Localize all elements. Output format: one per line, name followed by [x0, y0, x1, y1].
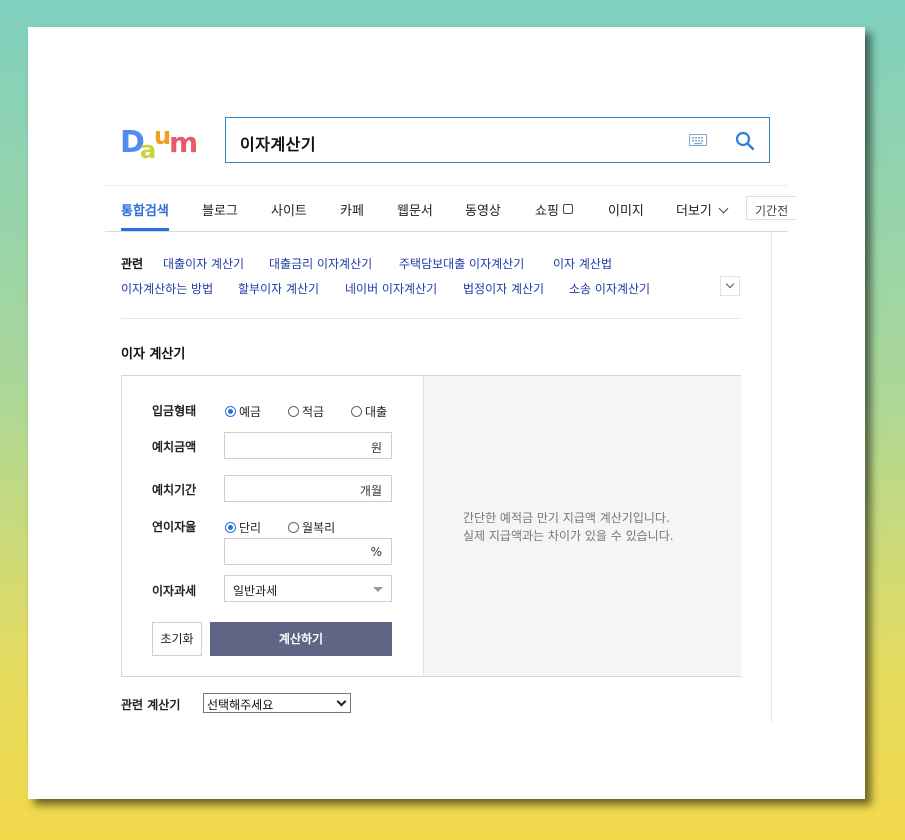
period-unit: 개월: [359, 484, 382, 498]
calculator-message: 간단한 예적금 만기 지급액 계산기입니다. 실제 지급액과는 차이가 있을 수…: [463, 509, 674, 545]
related-link[interactable]: 대출금리 이자계산기: [269, 255, 372, 272]
radio-label: 월복리: [302, 521, 336, 535]
tax-label: 이자과세: [152, 584, 197, 598]
chevron-down-icon: [725, 279, 735, 289]
rate-unit: %: [370, 545, 382, 559]
related-calculator-select[interactable]: 선택해주세요: [203, 693, 351, 713]
tab-total[interactable]: 통합검색: [121, 200, 169, 219]
tax-select-value: 일반과세: [233, 584, 278, 598]
radio-circle[interactable]: [288, 522, 299, 533]
related-calculator-label: 관련 계산기: [121, 698, 181, 712]
related-link[interactable]: 이자계산하는 방법: [121, 280, 213, 297]
tab-webdoc[interactable]: 웹문서: [397, 200, 433, 219]
tab-blog[interactable]: 블로그: [202, 200, 238, 219]
radio-label: 적금: [302, 405, 325, 419]
tab-cafe[interactable]: 카페: [340, 200, 364, 219]
related-title: 관련: [121, 257, 144, 271]
tab-shopping[interactable]: 쇼핑: [535, 200, 573, 219]
chevron-down-icon: [718, 203, 729, 214]
external-box-icon: [562, 204, 573, 214]
search-icon[interactable]: [735, 131, 755, 151]
related-expand-button[interactable]: [720, 276, 740, 296]
radio-label: 예금: [239, 405, 262, 419]
tax-select[interactable]: 일반과세: [224, 575, 392, 602]
rate-input[interactable]: %: [224, 538, 392, 565]
amount-unit: 원: [370, 441, 382, 455]
tab-site[interactable]: 사이트: [271, 200, 307, 219]
radio-label: 대출: [365, 405, 388, 419]
search-input[interactable]: 이자계산기: [240, 131, 316, 155]
radio-simple-interest[interactable]: 단리: [225, 519, 261, 536]
chevron-down-icon: [336, 696, 347, 707]
calculate-button[interactable]: 계산하기: [210, 622, 392, 656]
rate-label: 연이자율: [152, 520, 197, 534]
radio-circle[interactable]: [225, 406, 236, 417]
keyboard-icon[interactable]: [689, 134, 707, 146]
svg-text:m: m: [169, 126, 198, 159]
radio-circle[interactable]: [288, 406, 299, 417]
tab-more[interactable]: 더보기: [676, 200, 729, 219]
nav-bottom-divider: [105, 231, 788, 232]
period-label: 예치기간: [152, 483, 197, 497]
radio-label: 단리: [239, 521, 262, 535]
browser-page: D a u m 이자계산기 통합검색 블로그 사이트 카페 웹문서 동영상 쇼핑…: [28, 27, 865, 799]
radio-installment[interactable]: 적금: [288, 403, 324, 420]
daum-logo[interactable]: D a u m: [120, 122, 210, 162]
radio-deposit[interactable]: 예금: [225, 403, 261, 420]
search-box[interactable]: 이자계산기: [225, 117, 770, 163]
reset-button[interactable]: 초기화: [152, 622, 202, 656]
calculator-title: 이자 계산기: [121, 347, 186, 362]
tab-shopping-label: 쇼핑: [535, 204, 559, 219]
sidebar-divider: [771, 232, 772, 722]
related-link[interactable]: 주택담보대출 이자계산기: [399, 255, 524, 272]
amount-label: 예치금액: [152, 440, 197, 454]
amount-input[interactable]: 원: [224, 432, 392, 459]
related-select-value: 선택해주세요: [207, 698, 274, 712]
radio-circle[interactable]: [351, 406, 362, 417]
related-link[interactable]: 대출이자 계산기: [163, 255, 244, 272]
dropdown-arrow-icon: [373, 587, 383, 592]
related-divider: [121, 318, 741, 319]
radio-monthly-compound[interactable]: 월복리: [288, 519, 335, 536]
related-link[interactable]: 법정이자 계산기: [463, 280, 544, 297]
period-filter-button[interactable]: 기간전: [746, 196, 796, 220]
radio-loan[interactable]: 대출: [351, 403, 387, 420]
related-link[interactable]: 할부이자 계산기: [238, 280, 319, 297]
deposit-type-label: 입금형태: [152, 404, 197, 418]
related-link[interactable]: 소송 이자계산기: [569, 280, 650, 297]
tab-more-label: 더보기: [676, 204, 712, 219]
nav-top-divider: [105, 185, 788, 186]
calculator-message-line1: 간단한 예적금 만기 지급액 계산기입니다.: [463, 511, 670, 525]
related-link[interactable]: 네이버 이자계산기: [345, 280, 437, 297]
tab-video[interactable]: 동영상: [465, 200, 501, 219]
calculator-message-line2: 실제 지급액과는 차이가 있을 수 있습니다.: [463, 529, 674, 543]
radio-circle[interactable]: [225, 522, 236, 533]
tab-image[interactable]: 이미지: [608, 200, 644, 219]
related-link[interactable]: 이자 계산법: [553, 255, 612, 272]
period-input[interactable]: 개월: [224, 475, 392, 502]
